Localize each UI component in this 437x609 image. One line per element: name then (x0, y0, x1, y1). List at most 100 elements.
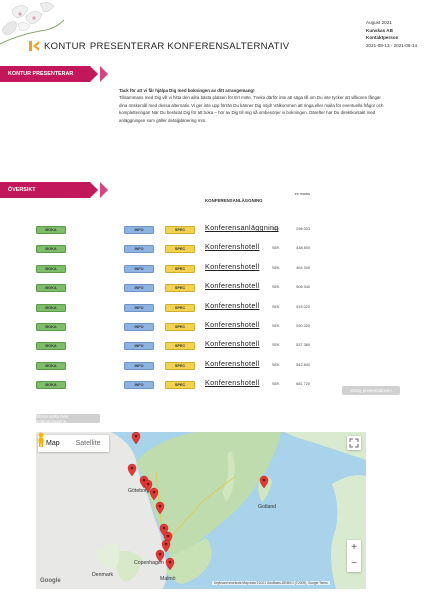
info-button[interactable]: INFO (124, 381, 154, 390)
map-marker-icon[interactable] (149, 487, 159, 501)
info-button[interactable]: INFO (124, 323, 154, 331)
info-button[interactable]: INFO (124, 226, 154, 234)
larger-map-button[interactable]: Större karta över anläggningarna (36, 414, 100, 424)
currency-label: SEK (272, 362, 280, 367)
venue-row: BOKA INFO SPEC Konferenshotell SEK 508 340 (0, 282, 437, 296)
column-header-venue: KONFERENSANLÄGGNING (205, 198, 263, 203)
book-button[interactable]: BOKA (36, 381, 66, 390)
venue-row: BOKA INFO SPEC Konferenshotell SEK 438 800 (0, 243, 437, 257)
spec-button[interactable]: SPEC (165, 323, 195, 331)
venue-name-link[interactable]: Konferenshotell (205, 360, 273, 368)
venue-price: 681 720 (296, 382, 310, 387)
spec-button[interactable]: SPEC (165, 381, 195, 390)
book-button[interactable]: BOKA (36, 361, 66, 370)
venue-price: 537 360 (296, 343, 310, 348)
map-marker-dot (146, 482, 150, 486)
map-marker-dot (158, 504, 162, 508)
venue-name-link[interactable]: Konferenshotell (205, 282, 273, 290)
map-marker-dot (158, 552, 162, 556)
currency-label: SEK (272, 227, 280, 231)
brand-tagline: PRESENTERAR KONFERENSALTERNATIV (89, 40, 290, 52)
currency-label: SEK (272, 304, 280, 309)
intro-heading: Tack för att vi får hjälpa Dig med bokni… (119, 88, 255, 93)
spec-button[interactable]: SPEC (165, 284, 195, 293)
currency-label: SEK (272, 382, 280, 387)
currency-label: SEK (272, 343, 280, 348)
currency-label: SEK (272, 285, 280, 290)
map-marker-dot (152, 490, 156, 494)
book-button[interactable]: BOKA (36, 264, 66, 273)
venue-map[interactable]: Map Satellite + − Göteborg Denmark Copen… (36, 432, 366, 589)
spec-button[interactable]: SPEC (165, 303, 195, 312)
document-meta: August 2021 Kunskas AB Kontaktperson 202… (366, 19, 417, 49)
venue-row: BOKA INFO SPEC Konferenshotell SEK 515 020 (0, 301, 437, 316)
map-marker-dot (134, 434, 138, 438)
spec-button[interactable]: SPEC (165, 361, 195, 370)
section-ribbon-oversikt: ÖVERSIKT (0, 182, 98, 198)
map-attribution: Keyboard shortcuts Map data ©2021 GeoBas… (212, 581, 330, 585)
map-marker-dot (168, 560, 172, 564)
map-marker-dot (130, 466, 134, 470)
book-button[interactable]: BOKA (36, 284, 66, 293)
venue-name-link[interactable]: Konferenshotell (205, 243, 273, 251)
venue-name-link[interactable]: Konferensanläggning (205, 224, 278, 232)
spec-button[interactable]: SPEC (165, 264, 195, 273)
info-button[interactable]: INFO (124, 303, 154, 312)
ribbon-arrow-decoration (100, 182, 108, 198)
intro-text-block: Tack för att vi får hjälpa Dig med bokni… (119, 87, 389, 124)
book-button[interactable]: BOKA (36, 342, 66, 351)
map-marker-icon[interactable] (259, 475, 269, 489)
map-marker-dot (166, 534, 170, 538)
venue-row: BOKA INFO SPEC Konferenshotell SEK 537 360 (0, 340, 437, 354)
kontur-logo-icon (29, 41, 39, 51)
venue-row: BOKA INFO SPEC Konferenshotell SEK 542 840 (0, 360, 437, 374)
ribbon-arrow-decoration (100, 66, 108, 82)
meta-customer: Kunskas AB (366, 27, 393, 33)
book-button[interactable]: BOKA (36, 323, 66, 331)
currency-label: SEK (272, 246, 280, 251)
spec-button[interactable]: SPEC (165, 226, 195, 234)
brand-row: KONTUR PRESENTERAR KONFERENSALTERNATIV (28, 40, 289, 52)
section-ribbon-presenterar: KONTUR PRESENTERAR (0, 66, 98, 82)
currency-label: SEK (272, 324, 280, 328)
map-markers-layer (127, 432, 269, 571)
book-button[interactable]: BOKA (36, 303, 66, 312)
venue-price: 515 020 (296, 304, 310, 309)
venue-name-link[interactable]: Konferenshotell (205, 321, 273, 329)
meta-contact: Kontaktperson (366, 35, 399, 41)
info-button[interactable]: INFO (124, 264, 154, 273)
column-header-price: ex moms (294, 192, 310, 196)
map-marker-dot (164, 542, 168, 546)
venue-row: BOKA INFO SPEC Konferenshotell SEK 530 320 (0, 321, 437, 335)
venue-price: 542 840 (296, 362, 310, 367)
map-marker-icon[interactable] (155, 501, 165, 515)
spec-button[interactable]: SPEC (165, 245, 195, 254)
venue-row: BOKA INFO SPEC Konferenshotell SEK 464 300 (0, 263, 437, 277)
info-button[interactable]: INFO (124, 361, 154, 370)
map-marker-dot (262, 478, 266, 482)
venue-name-link[interactable]: Konferenshotell (205, 340, 273, 348)
book-button[interactable]: BOKA (36, 226, 66, 234)
map-marker-icon[interactable] (155, 549, 165, 563)
meta-month: August 2021 (366, 20, 392, 25)
spec-button[interactable]: SPEC (165, 342, 195, 351)
venue-price: 530 320 (296, 324, 310, 328)
venue-name-link[interactable]: Konferenshotell (205, 379, 273, 387)
currency-label: SEK (272, 265, 280, 270)
meta-dates: 2021-08-13 - 2021-08-14 (366, 42, 418, 48)
venue-name-link[interactable]: Konferenshotell (205, 301, 273, 310)
info-button[interactable]: INFO (124, 342, 154, 351)
map-marker-dot (162, 526, 166, 530)
map-marker-icon[interactable] (131, 432, 141, 445)
book-button[interactable]: BOKA (36, 245, 66, 254)
google-logo: Google (40, 578, 61, 584)
venue-name-link[interactable]: Konferenshotell (205, 263, 273, 271)
close-presentation-button[interactable]: Stäng presentationen (342, 386, 400, 395)
map-marker-icon[interactable] (161, 539, 171, 553)
info-button[interactable]: INFO (124, 245, 154, 254)
map-marker-dot (142, 478, 146, 482)
info-button[interactable]: INFO (124, 284, 154, 293)
map-marker-icon[interactable] (165, 557, 175, 571)
venue-price: 438 800 (296, 246, 310, 251)
map-marker-icon[interactable] (127, 463, 137, 477)
